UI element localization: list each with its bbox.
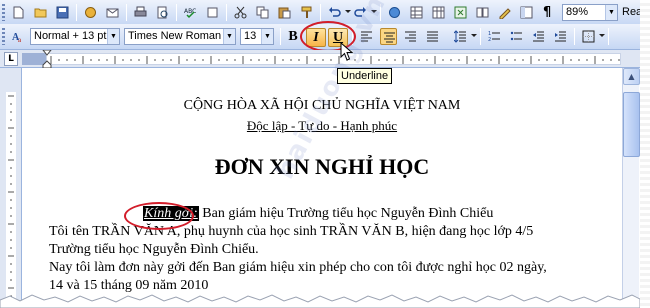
copy-icon[interactable] bbox=[254, 4, 271, 21]
undo-icon[interactable] bbox=[326, 4, 343, 21]
zoom-select[interactable]: 89% ▼ bbox=[562, 4, 618, 21]
svg-text:a: a bbox=[18, 36, 22, 43]
indent-marker-icon[interactable] bbox=[42, 50, 52, 68]
format-painter-icon[interactable] bbox=[298, 4, 315, 21]
drawing-icon[interactable] bbox=[496, 4, 513, 21]
increase-indent-icon[interactable] bbox=[552, 28, 569, 45]
body-line-2: Trường tiểu học Nguyễn Đình Chiểu. bbox=[49, 242, 259, 257]
window-edge bbox=[640, 0, 650, 308]
font-size-select[interactable]: 13 ▼ bbox=[240, 28, 274, 45]
bold-button[interactable]: B bbox=[286, 28, 300, 47]
vertical-ruler-ticks bbox=[8, 95, 14, 305]
style-value: Normal + 13 pt bbox=[34, 30, 107, 42]
font-select[interactable]: Times New Roman ▼ bbox=[124, 28, 236, 45]
insert-table-icon[interactable] bbox=[430, 4, 447, 21]
numbering-icon[interactable]: 12 bbox=[486, 28, 503, 45]
spelling-icon[interactable]: ABC bbox=[182, 4, 199, 21]
chevron-down-icon[interactable]: ▼ bbox=[107, 29, 119, 44]
standard-toolbar: ABC ¶ 89% ▼ Read bbox=[0, 0, 650, 26]
paste-icon[interactable] bbox=[276, 4, 293, 21]
line-spacing-icon[interactable] bbox=[452, 28, 469, 45]
align-right-icon[interactable] bbox=[402, 28, 419, 45]
new-document-icon[interactable] bbox=[10, 4, 27, 21]
open-folder-icon[interactable] bbox=[32, 4, 49, 21]
underline-tooltip: Underline bbox=[337, 68, 393, 84]
show-hide-button[interactable]: ¶ bbox=[540, 4, 557, 21]
columns-icon[interactable] bbox=[474, 4, 491, 21]
tab-selector[interactable]: L bbox=[4, 52, 18, 66]
chevron-down-icon[interactable]: ▼ bbox=[261, 29, 273, 44]
vertical-ruler-track bbox=[6, 92, 16, 308]
tables-borders-icon[interactable] bbox=[408, 4, 425, 21]
align-center-icon[interactable] bbox=[380, 28, 397, 45]
torn-edge bbox=[0, 294, 640, 308]
zoom-value: 89% bbox=[566, 6, 589, 18]
font-value: Times New Roman bbox=[128, 30, 222, 42]
mouse-pointer-icon bbox=[340, 42, 354, 61]
cut-icon[interactable] bbox=[232, 4, 249, 21]
styles-formatting-icon[interactable]: Aa bbox=[10, 28, 26, 45]
scroll-up-icon[interactable]: ▲ bbox=[623, 68, 640, 85]
selected-salutation[interactable]: Kính gởi: bbox=[143, 206, 199, 221]
print-preview-icon[interactable] bbox=[154, 4, 171, 21]
vertical-ruler[interactable] bbox=[0, 68, 22, 308]
salutation-line[interactable]: Kính gởi: Ban giám hiệu Trường tiểu học … bbox=[143, 206, 493, 222]
svg-text:ABC: ABC bbox=[184, 8, 196, 15]
font-size-value: 13 bbox=[244, 30, 257, 42]
email-icon[interactable] bbox=[104, 4, 121, 21]
toolbar-grip[interactable] bbox=[2, 4, 5, 21]
justify-icon[interactable] bbox=[424, 28, 441, 45]
italic-button[interactable]: I bbox=[306, 28, 326, 47]
print-icon[interactable] bbox=[132, 4, 149, 21]
permission-icon[interactable] bbox=[82, 4, 99, 21]
svg-text:2: 2 bbox=[488, 37, 491, 43]
chevron-down-icon[interactable]: ▼ bbox=[223, 29, 235, 44]
style-select[interactable]: Normal + 13 pt ▼ bbox=[30, 28, 120, 45]
document-title: ĐƠN XIN NGHỈ HỌC bbox=[214, 154, 430, 179]
formatting-toolbar: Aa Normal + 13 pt ▼ Times New Roman ▼ 13… bbox=[0, 24, 650, 50]
bullets-icon[interactable] bbox=[508, 28, 525, 45]
scroll-thumb[interactable] bbox=[623, 92, 640, 157]
outside-border-icon[interactable] bbox=[580, 28, 597, 45]
chevron-down-icon[interactable]: ▼ bbox=[605, 5, 617, 20]
decrease-indent-icon[interactable] bbox=[530, 28, 547, 45]
paragraph-mark-icon: ¶ bbox=[543, 5, 552, 20]
toolbar-grip[interactable] bbox=[2, 28, 5, 45]
salutation-recipient: Ban giám hiệu Trường tiểu học Nguyễn Đìn… bbox=[198, 206, 494, 221]
body-line-3: Nay tôi làm đơn này gởi đến Ban giám hiệ… bbox=[49, 260, 547, 275]
research-icon[interactable] bbox=[204, 4, 221, 21]
vertical-scrollbar[interactable]: ▲ bbox=[622, 68, 640, 308]
save-icon[interactable] bbox=[54, 4, 71, 21]
document-map-icon[interactable] bbox=[518, 4, 535, 21]
insert-excel-icon[interactable] bbox=[452, 4, 469, 21]
body-line-1: Tôi tên TRẦN VĂN A, phụ huynh của học si… bbox=[49, 224, 534, 239]
